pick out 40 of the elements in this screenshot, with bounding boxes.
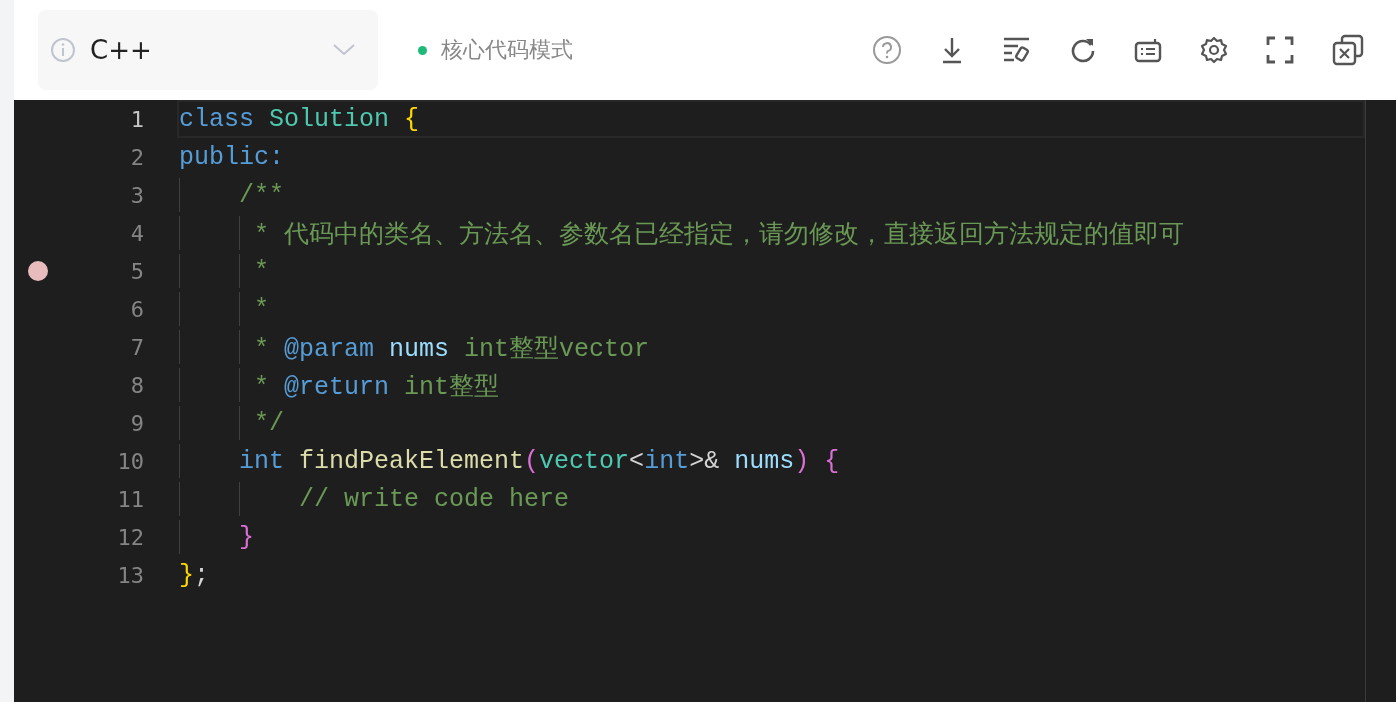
line-number: 12 (117, 524, 144, 550)
code-line: public: (179, 142, 285, 172)
mode-label: 核心代码模式 (441, 36, 573, 64)
code-line: }; (179, 560, 210, 590)
refresh-icon[interactable] (1070, 37, 1096, 63)
line-number: 7 (130, 334, 144, 360)
close-window-icon[interactable] (1332, 34, 1364, 66)
code-line: class Solution { (179, 104, 420, 134)
line-number: 13 (117, 562, 144, 588)
breakpoint-marker[interactable] (28, 261, 48, 281)
format-icon[interactable] (1002, 36, 1032, 64)
status-dot (418, 45, 427, 55)
code-line: * @param nums int整型vector (253, 333, 650, 364)
code-line: int findPeakElement(vector<int>& nums) { (238, 446, 840, 476)
code-line: } (238, 522, 254, 552)
line-number: 3 (130, 182, 144, 208)
code-line: * (253, 256, 269, 286)
line-number: 1 (130, 106, 144, 132)
code-line: */ (253, 408, 285, 438)
fullscreen-icon[interactable] (1266, 36, 1294, 64)
line-number: 10 (117, 448, 144, 474)
code-line: * @return int整型 (253, 371, 500, 402)
help-icon[interactable] (872, 35, 902, 65)
download-icon[interactable] (940, 36, 964, 64)
line-number: 5 (130, 258, 144, 284)
line-number: 2 (130, 144, 144, 170)
keyboard-icon[interactable] (1134, 37, 1162, 63)
chevron-down-icon (332, 43, 356, 57)
line-number: 6 (130, 296, 144, 322)
line-number: 9 (130, 410, 144, 436)
line-number: 4 (130, 220, 144, 246)
line-number: 11 (117, 486, 144, 512)
code-line: * (253, 294, 269, 324)
code-line: // write code here (298, 484, 570, 514)
line-number: 8 (130, 372, 144, 398)
code-line: /** (238, 180, 285, 210)
code-line: * 代码中的类名、方法名、参数名已经指定，请勿修改，直接返回方法规定的值即可 (253, 219, 1185, 250)
info-icon (50, 37, 76, 63)
settings-icon[interactable] (1200, 36, 1228, 64)
language-select[interactable]: C++ (38, 10, 378, 90)
